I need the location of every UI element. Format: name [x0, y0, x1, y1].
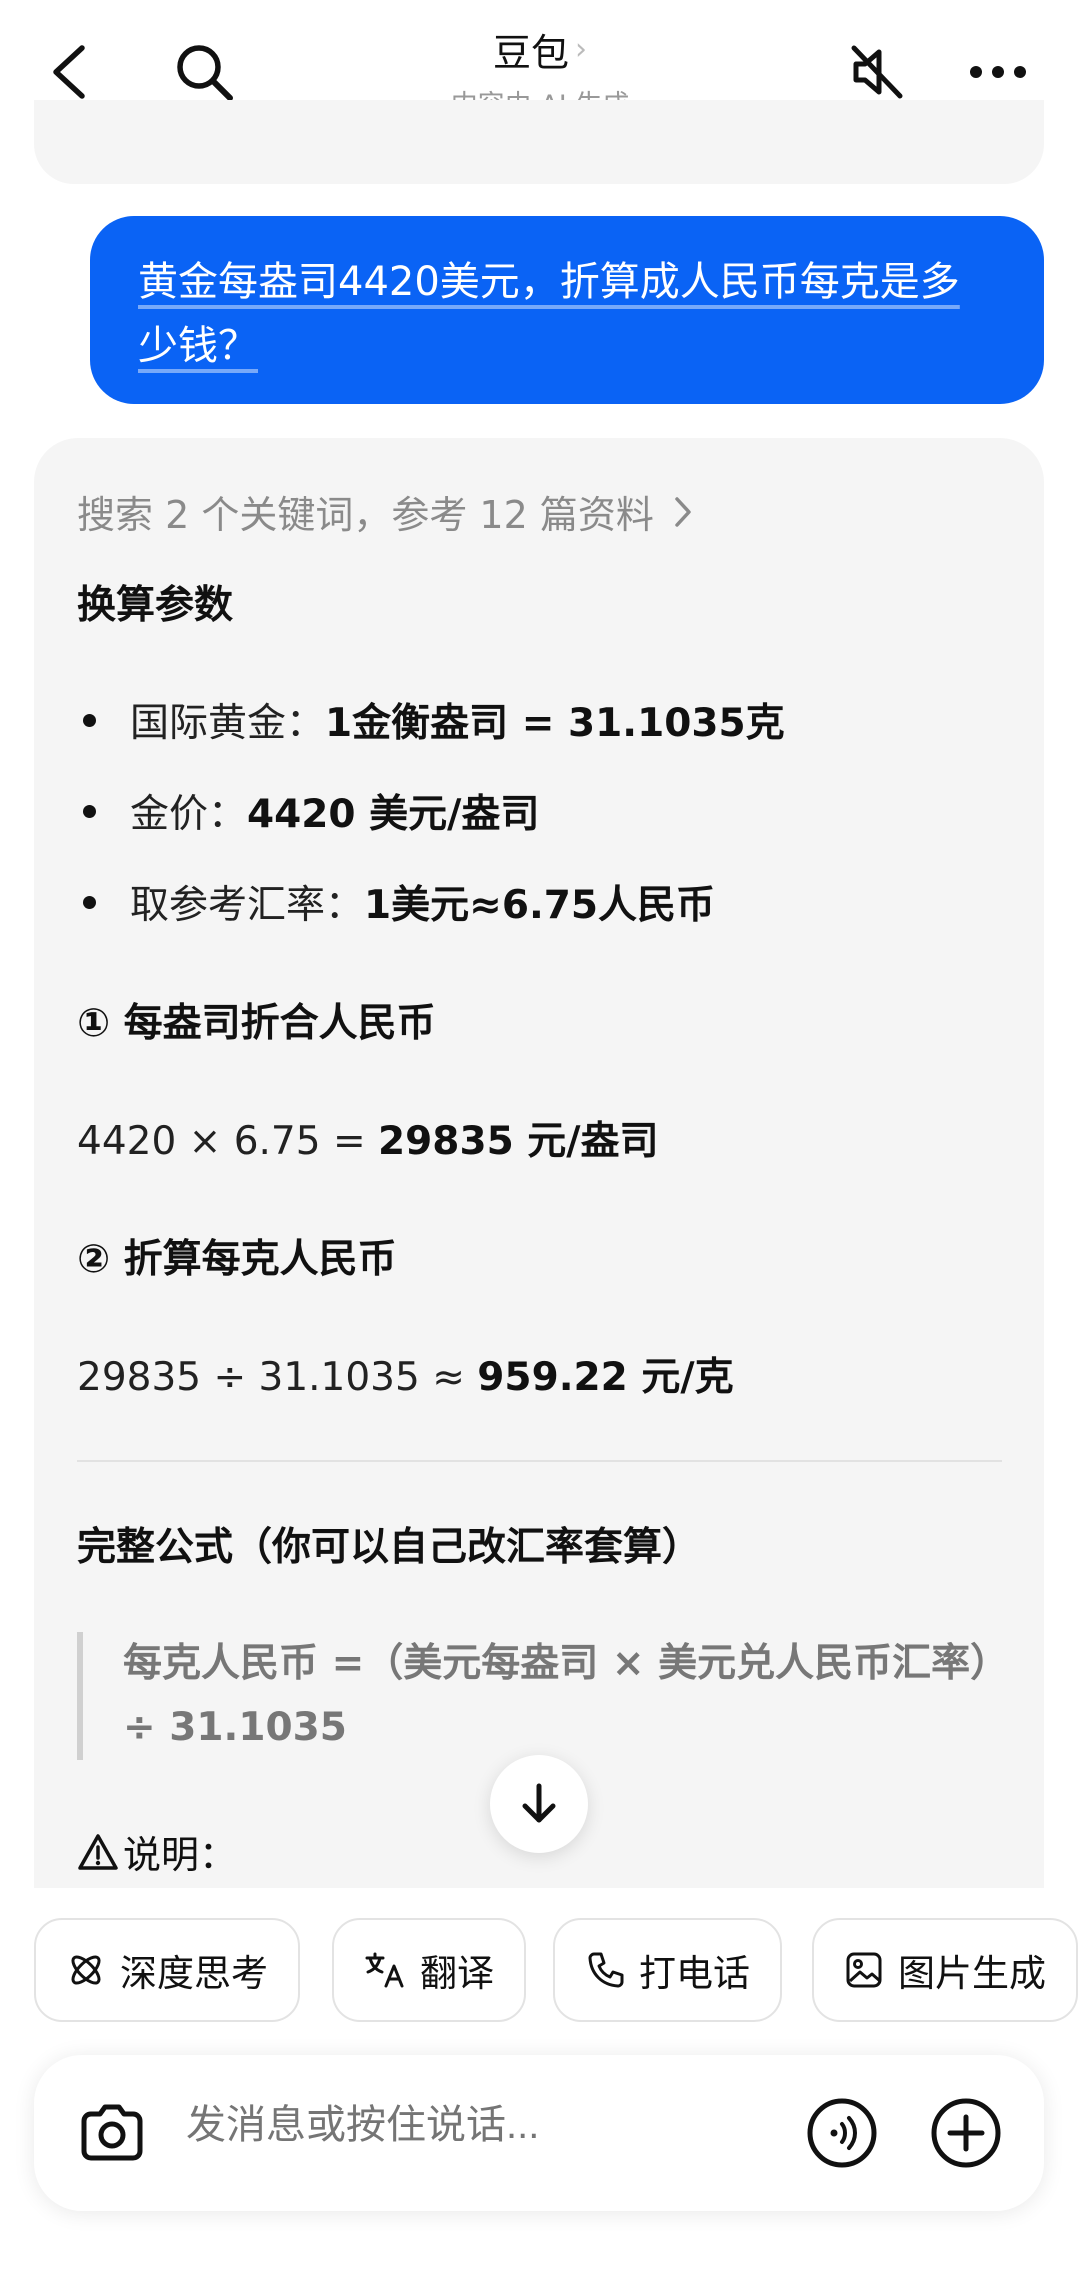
chip-label: 深度思考: [120, 1952, 268, 1995]
step1-expression: 4420 × 6.75 =: [77, 1119, 379, 1164]
chip-deep-thinking[interactable]: 深度思考: [34, 1918, 300, 2022]
list-item: 国际黄金： 1金衡盎司 = 31.1035克: [77, 692, 785, 748]
note-heading: 说明：: [77, 1824, 237, 1879]
bullet-label: 国际黄金：: [130, 701, 326, 746]
step1-title: ① 每盎司折合人民币: [77, 1001, 436, 1046]
quick-action-chips: 深度思考 翻译 打电话 图片生成: [34, 1918, 1080, 2024]
step2-expression: 29835 ÷ 31.1035 ≈: [77, 1355, 478, 1400]
arrow-down-icon: [522, 1783, 556, 1823]
bullet-value: 1美元≈6.75人民币: [364, 883, 716, 928]
plus-circle-icon: [931, 2098, 1001, 2168]
add-attachment-button[interactable]: [928, 2095, 1004, 2171]
section-title: 换算参数: [77, 583, 234, 628]
phone-icon: [588, 1952, 624, 1988]
message-input-bar: [34, 2055, 1044, 2211]
formula-title: 完整公式（你可以自己改汇率套算）: [77, 1525, 702, 1570]
chip-label: 翻译: [420, 1952, 494, 1995]
bullet-label: 金价：: [130, 792, 248, 837]
atom-icon: [71, 1955, 101, 1985]
chip-translate[interactable]: 翻译: [332, 1918, 526, 2022]
scroll-to-bottom-button[interactable]: [490, 1755, 588, 1853]
bullet-dot: [83, 895, 96, 909]
warning-icon: [78, 1833, 118, 1870]
divider: [77, 1460, 1002, 1462]
user-message-bubble[interactable]: 黄金每盎司4420美元，折算成人民币每克是多少钱？: [90, 216, 1044, 404]
bullet-value: 1金衡盎司 = 31.1035克: [325, 701, 785, 746]
step2-result: 959.22 元/克: [477, 1355, 734, 1400]
list-item: 金价： 4420 美元/盎司: [77, 783, 539, 839]
camera-button[interactable]: [72, 2093, 152, 2173]
step1-result: 29835 元/盎司: [378, 1119, 659, 1164]
chevron-right-icon: ›: [575, 32, 587, 67]
ai-answer-card: 搜索 2 个关键词，参考 12 篇资料 换算参数 国际黄金： 1金衡盎司 = 31…: [34, 438, 1044, 1888]
search-references-link[interactable]: 搜索 2 个关键词，参考 12 篇资料: [77, 484, 694, 539]
image-icon: [846, 1952, 882, 1988]
chip-label: 图片生成: [898, 1952, 1046, 1995]
chip-image-generation[interactable]: 图片生成: [812, 1918, 1078, 2022]
formula-quote: 每克人民币 =（美元每盎司 × 美元兑人民币汇率）÷ 31.1035: [77, 1632, 1007, 1760]
translate-icon: [365, 1952, 404, 1988]
voice-wave-icon: [807, 2098, 877, 2168]
camera-icon: [81, 2104, 143, 2161]
bullet-dot: [83, 713, 96, 727]
search-summary: 搜索 2 个关键词，参考 12 篇资料: [77, 493, 654, 537]
chevron-right-icon: [675, 496, 691, 527]
page-title: 豆包: [492, 31, 569, 75]
bullet-label: 取参考汇率：: [130, 883, 365, 928]
bullet-value: 4420 美元/盎司: [247, 792, 540, 837]
message-input[interactable]: [186, 2103, 746, 2148]
step2-calc: 29835 ÷ 31.1035 ≈ 959.22 元/克: [77, 1346, 734, 1402]
chip-phone-call[interactable]: 打电话: [553, 1918, 782, 2022]
previous-message-card: [34, 100, 1044, 184]
more-dots-icon: [970, 66, 1026, 78]
list-item: 取参考汇率： 1美元≈6.75人民币: [77, 874, 715, 930]
step2-title: ② 折算每克人民币: [77, 1237, 397, 1282]
user-message-text: 黄金每盎司4420美元，折算成人民币每克是多少钱？: [138, 259, 960, 369]
step1-calc: 4420 × 6.75 = 29835 元/盎司: [77, 1110, 659, 1166]
note-label: 说明：: [123, 1833, 238, 1877]
bullet-dot: [83, 804, 96, 818]
back-arrow-icon: [53, 45, 85, 99]
speaker-muted-icon: [851, 45, 903, 99]
search-icon: [177, 45, 233, 101]
voice-call-button[interactable]: [804, 2095, 880, 2171]
chip-label: 打电话: [639, 1952, 750, 1995]
